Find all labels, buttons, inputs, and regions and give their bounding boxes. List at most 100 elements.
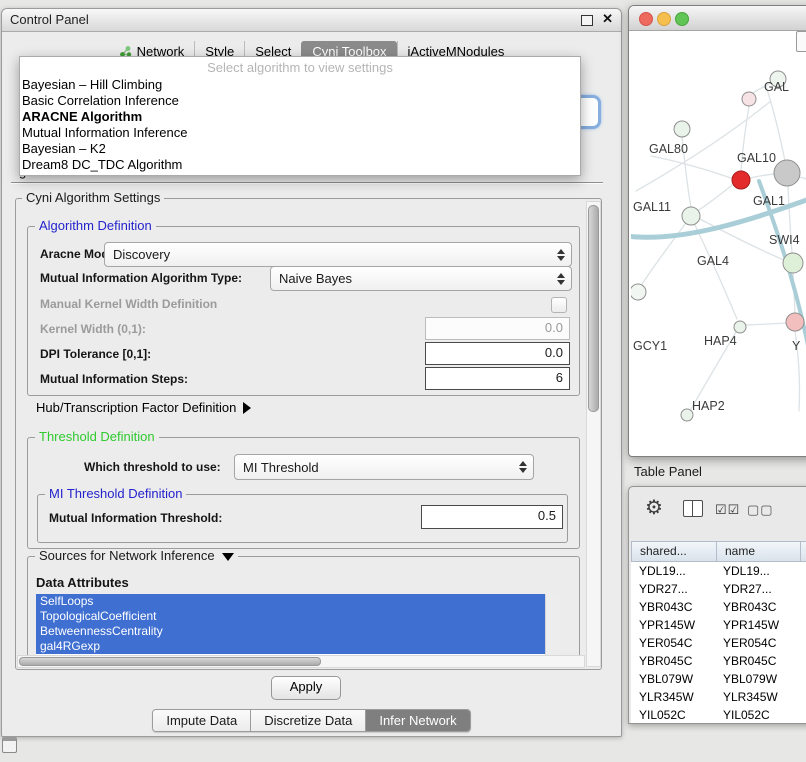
dpi-tolerance-label: DPI Tolerance [0,1]: <box>40 347 151 361</box>
column-header-shared[interactable]: shared... <box>631 541 717 562</box>
mi-type-value: Naive Bayes <box>271 271 554 286</box>
table-cell: 9. <box>798 616 806 634</box>
mi-steps-label: Mutual Information Steps: <box>40 372 188 386</box>
table-cell: YDL19... <box>631 562 715 580</box>
sources-label: Sources for Network Inference <box>39 548 215 563</box>
scrollbar-thumb[interactable] <box>588 205 599 412</box>
scrollbar-thumb[interactable] <box>19 657 321 666</box>
mi-type-label: Mutual Information Algorithm Type: <box>40 271 242 285</box>
aracne-mode-value: Discovery <box>105 247 554 262</box>
table-row[interactable]: YER054CYER054C8. <box>631 634 806 652</box>
table-row[interactable]: YDL19...YDL19...13 <box>631 562 806 580</box>
gear-icon[interactable]: ⚙ <box>645 495 663 520</box>
table-cell: YIL052C <box>631 706 715 723</box>
aracne-mode-select[interactable]: Discovery <box>104 242 572 267</box>
table-row[interactable]: YIL052CYIL052C <box>631 706 806 723</box>
column-selector-icon[interactable] <box>683 500 703 517</box>
network-node[interactable] <box>674 121 690 137</box>
table-row[interactable]: YPR145WYPR145W9. <box>631 616 806 634</box>
table-cell <box>798 670 806 688</box>
control-panel-window: Control Panel ✕ NetworkStyleSelectCyni T… <box>1 8 622 737</box>
deselect-all-checkboxes-icon[interactable]: ▢▢ <box>747 502 774 518</box>
data-attributes-label: Data Attributes <box>36 575 129 590</box>
node-label: GAL80 <box>649 142 688 156</box>
select-all-checkboxes-icon[interactable]: ☑☑ <box>715 502 740 518</box>
network-node[interactable] <box>774 160 800 186</box>
network-node[interactable] <box>631 284 646 300</box>
table-row[interactable]: YBL079WYBL079W <box>631 670 806 688</box>
minimize-traffic-light-icon[interactable] <box>657 12 671 26</box>
settings-horizontal-scrollbar[interactable] <box>17 655 585 668</box>
overview-box[interactable] <box>796 31 806 52</box>
algorithm-option[interactable]: Bayesian – Hill Climbing <box>20 77 580 93</box>
node-label: HAP2 <box>692 399 725 413</box>
algorithm-option[interactable]: ARACNE Algorithm <box>20 109 580 125</box>
table-cell: YPR145W <box>631 616 715 634</box>
table-toolbar: ⚙ ☑☑ ▢▢ <box>629 487 806 539</box>
table-row[interactable]: YLR345WYLR345W9. <box>631 688 806 706</box>
attributes-scrollbar[interactable] <box>545 594 559 655</box>
which-threshold-label: Which threshold to use: <box>84 460 221 474</box>
sources-group-title[interactable]: Sources for Network Inference <box>35 549 238 563</box>
dpi-tolerance-input[interactable]: 0.0 <box>425 342 570 365</box>
bottom-tab-segments: Impute DataDiscretize DataInfer Network <box>152 709 470 732</box>
mi-threshold-input[interactable]: 0.5 <box>421 505 563 529</box>
apply-button[interactable]: Apply <box>271 676 341 700</box>
table-panel-window: ⚙ ☑☑ ▢▢ shared...name YDL19...YDL19...13… <box>628 486 806 724</box>
network-node[interactable] <box>682 207 700 225</box>
algorithm-options: Bayesian – Hill ClimbingBasic Correlatio… <box>20 77 580 173</box>
close-traffic-light-icon[interactable] <box>639 12 653 26</box>
network-canvas[interactable]: GALGAL80GAL10GAL11GAL1SWI4GAL4GCY1HAP4YH… <box>631 31 806 453</box>
network-node[interactable] <box>734 321 746 333</box>
algorithm-option[interactable]: Mutual Information Inference <box>20 125 580 141</box>
network-node[interactable] <box>786 313 804 331</box>
manual-kernel-checkbox[interactable] <box>551 297 567 313</box>
mi-type-select[interactable]: Naive Bayes <box>270 266 572 291</box>
table-cell: YBR045C <box>715 652 798 670</box>
table-panel-title: Table Panel <box>634 464 702 479</box>
attribute-item[interactable]: SelfLoops <box>36 594 546 609</box>
combo-arrows-icon <box>554 273 568 285</box>
attribute-item[interactable]: BetweennessCentrality <box>36 624 546 639</box>
table-row[interactable]: YDR27...YDR27...12 <box>631 580 806 598</box>
network-node[interactable] <box>742 92 756 106</box>
settings-vertical-scrollbar[interactable] <box>586 201 601 667</box>
column-header-name[interactable]: name <box>717 541 801 562</box>
column-header-extra[interactable] <box>801 541 806 562</box>
tab-discretize-data[interactable]: Discretize Data <box>250 710 365 731</box>
table-cell: YIL052C <box>715 706 798 723</box>
network-edge <box>799 177 806 186</box>
hub-definition-label: Hub/Transcription Factor Definition <box>36 400 236 415</box>
mi-steps-input[interactable]: 6 <box>425 367 570 390</box>
table-row[interactable]: YBR043CYBR043C <box>631 598 806 616</box>
zoom-traffic-light-icon[interactable] <box>675 12 689 26</box>
control-panel-titlebar[interactable]: Control Panel ✕ <box>2 9 621 32</box>
table-cell <box>798 706 806 723</box>
table-cell: YBL079W <box>631 670 715 688</box>
network-node[interactable] <box>783 253 803 273</box>
node-label: GAL1 <box>753 194 785 208</box>
node-label: SWI4 <box>769 233 800 247</box>
attribute-item[interactable]: gal4RGexp <box>36 639 546 654</box>
tab-infer-network[interactable]: Infer Network <box>365 710 469 731</box>
network-node[interactable] <box>732 171 750 189</box>
hub-definition-toggle[interactable]: Hub/Transcription Factor Definition <box>36 400 251 415</box>
table-cell: 8. <box>798 634 806 652</box>
combo-arrows-icon <box>516 461 530 473</box>
kernel-width-input[interactable]: 0.0 <box>425 317 570 340</box>
tab-impute-data[interactable]: Impute Data <box>153 710 250 731</box>
minimized-panel-icon[interactable] <box>2 737 17 753</box>
close-icon[interactable]: ✕ <box>602 11 613 27</box>
algorithm-option[interactable]: Dream8 DC_TDC Algorithm <box>20 157 580 173</box>
table-cell: YBR045C <box>631 652 715 670</box>
table-cell: YBR043C <box>715 598 798 616</box>
float-window-icon[interactable] <box>581 15 593 26</box>
attribute-item[interactable]: TopologicalCoefficient <box>36 609 546 624</box>
table-row[interactable]: YBR045CYBR045C9. <box>631 652 806 670</box>
algorithm-option[interactable]: Basic Correlation Inference <box>20 93 580 109</box>
which-threshold-select[interactable]: MI Threshold <box>234 454 534 480</box>
algorithm-option[interactable]: Bayesian – K2 <box>20 141 580 157</box>
network-window-titlebar[interactable] <box>629 6 806 31</box>
table-cell: YER054C <box>631 634 715 652</box>
data-attributes-list[interactable]: SelfLoopsTopologicalCoefficientBetweenne… <box>36 594 559 655</box>
